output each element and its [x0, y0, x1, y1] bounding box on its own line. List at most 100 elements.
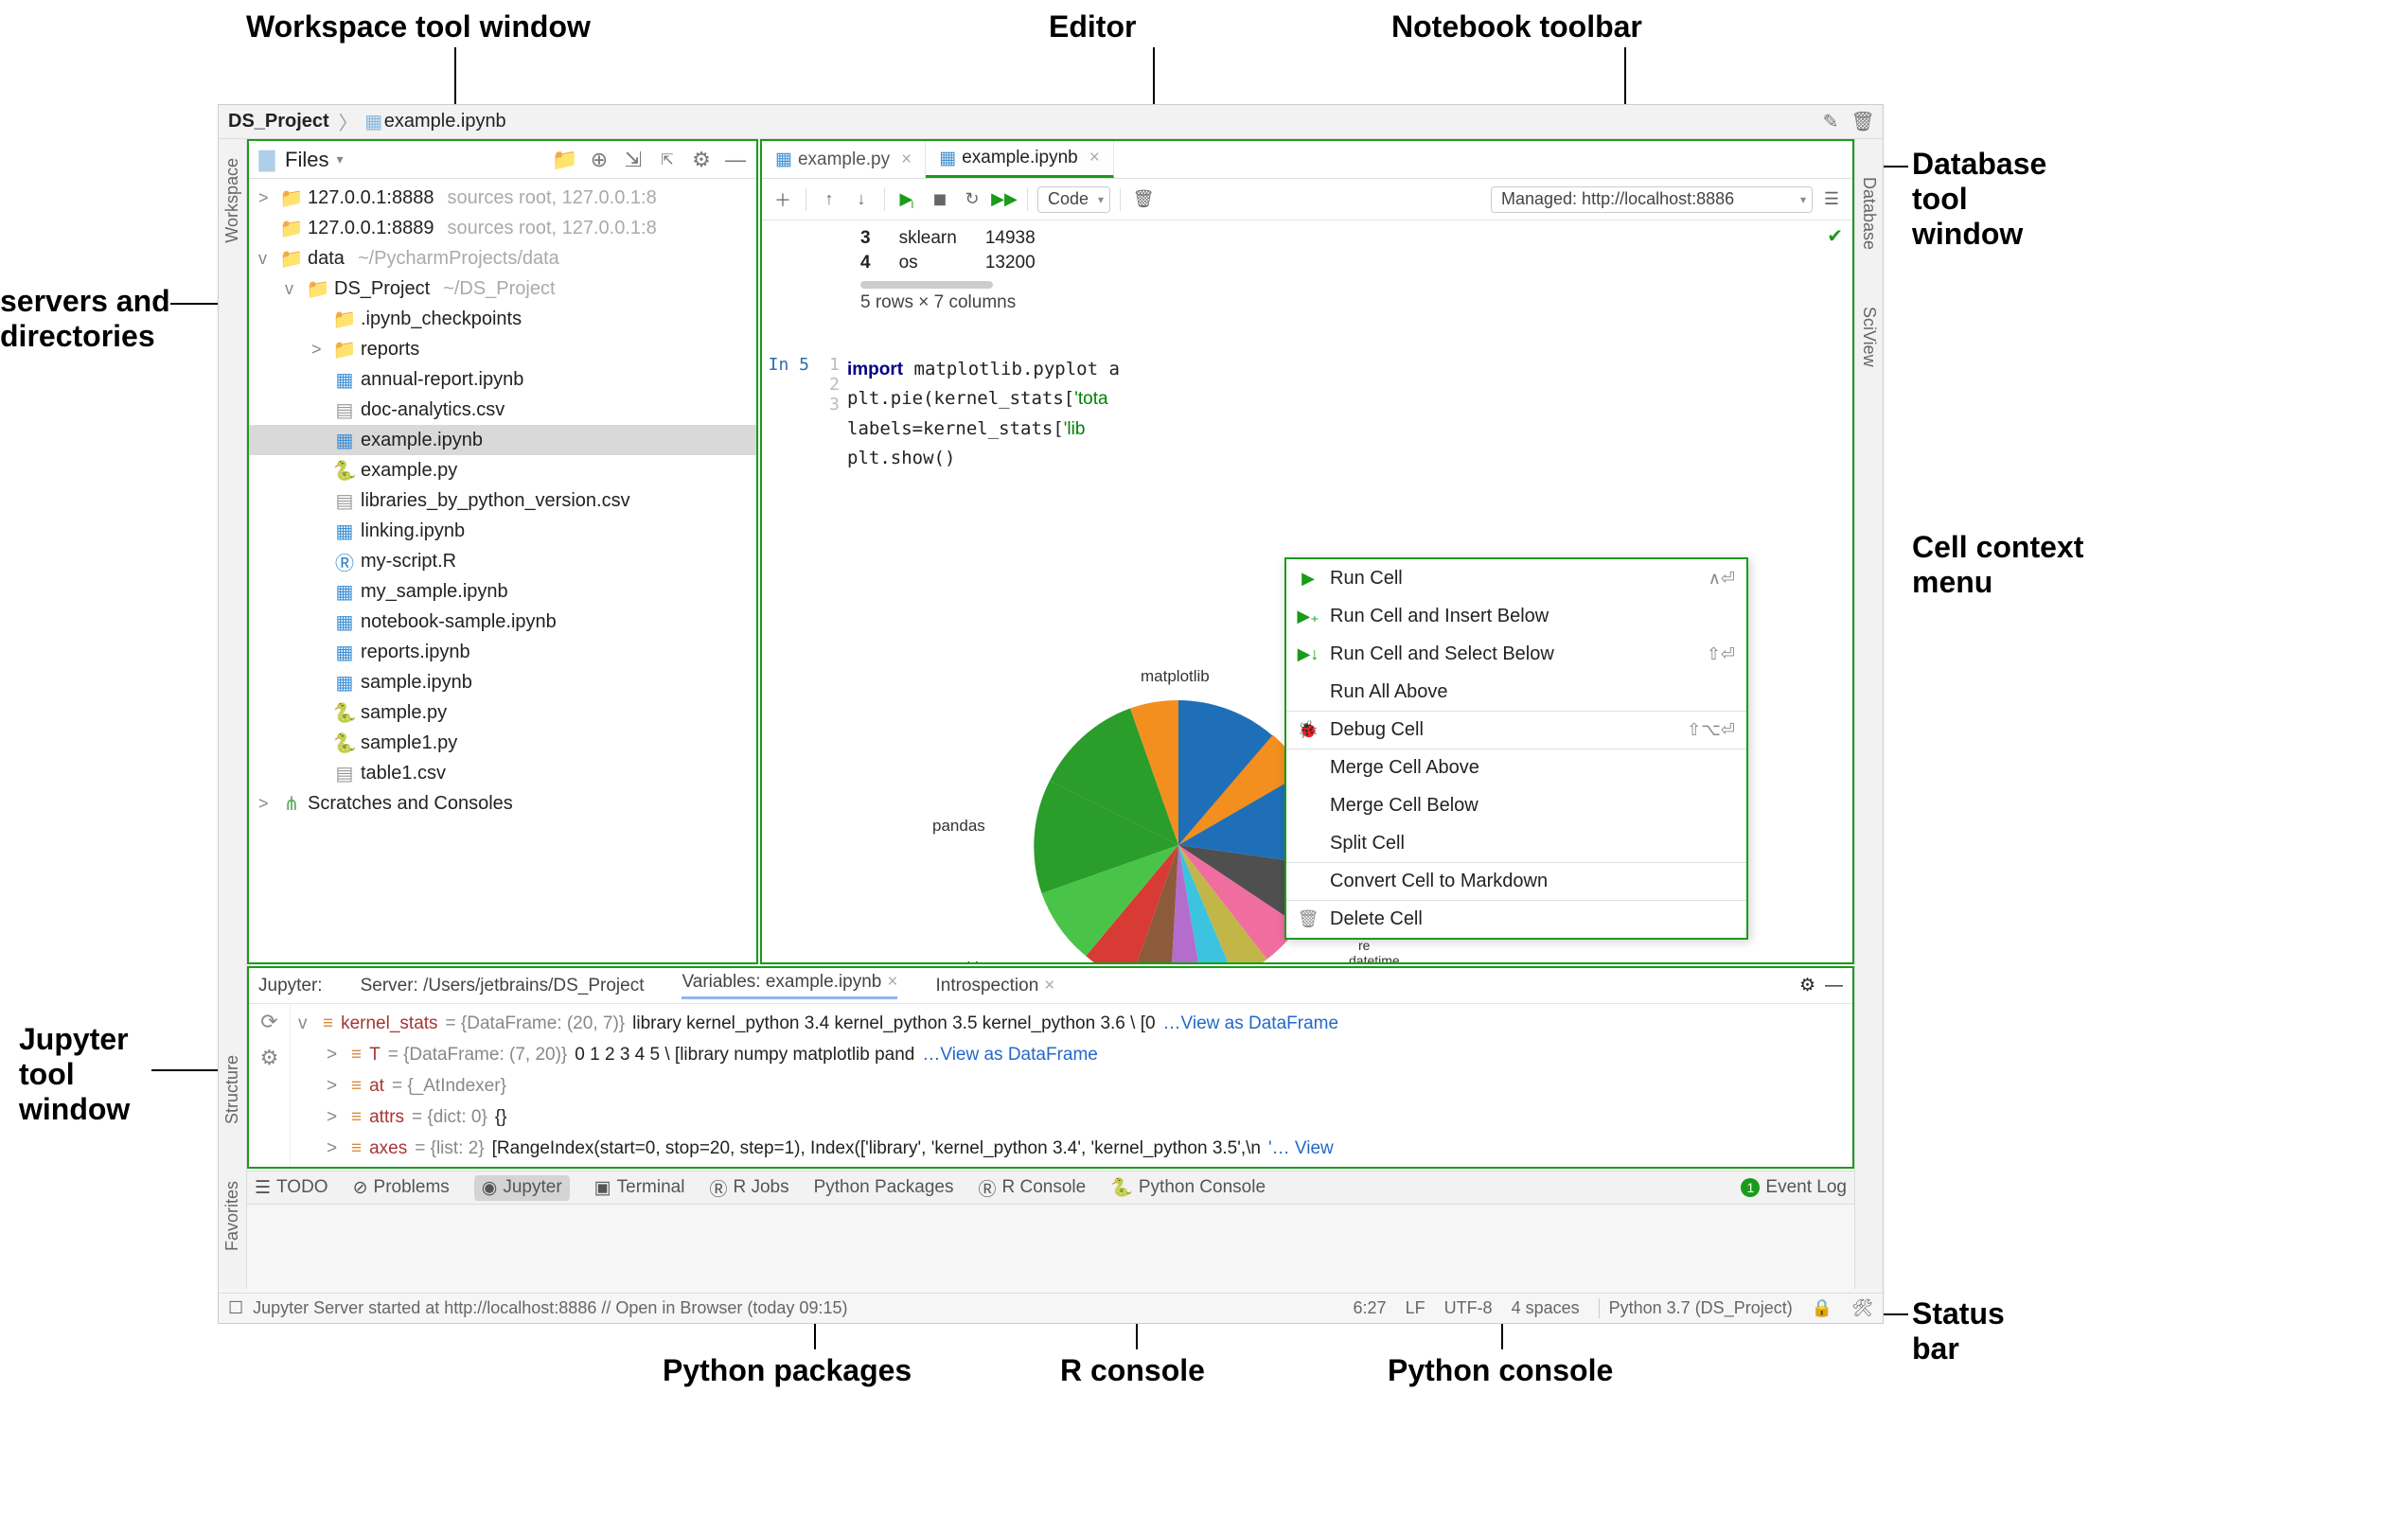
tree-item--ipynb-checkpoints[interactable]: 📁.ipynb_checkpoints: [249, 304, 756, 334]
tree-item-annual-report-ipynb[interactable]: ▦annual-report.ipynb: [249, 364, 756, 395]
collapse-icon[interactable]: ⇱: [654, 147, 681, 173]
breadcrumb-project[interactable]: DS_Project: [228, 111, 329, 132]
tree-item-example-py[interactable]: 🐍example.py: [249, 455, 756, 485]
jup-server-tab[interactable]: Server: /Users/jetbrains/DS_Project: [361, 976, 645, 996]
tree-item-scratches-and-consoles[interactable]: >⋔Scratches and Consoles: [249, 788, 756, 819]
tree-item-sample-ipynb[interactable]: ▦sample.ipynb: [249, 667, 756, 697]
tree-item-data[interactable]: v📁data~/PycharmProjects/data: [249, 243, 756, 273]
editor-tab-example-py[interactable]: ▦example.py×: [762, 141, 926, 178]
status-lf[interactable]: LF: [1406, 1298, 1425, 1318]
tree-item-my-sample-ipynb[interactable]: ▦my_sample.ipynb: [249, 576, 756, 607]
tree-item-example-ipynb[interactable]: ▦example.ipynb: [249, 425, 756, 455]
ctx-delete-cell[interactable]: 🗑Delete Cell: [1286, 900, 1746, 938]
jup-intro-tab[interactable]: Introspection ×: [935, 976, 1054, 996]
status-cursor[interactable]: 6:27: [1354, 1298, 1387, 1318]
ctx-run-cell[interactable]: ▶Run Cell∧⏎: [1286, 559, 1746, 597]
status-hints-icon[interactable]: ☐: [228, 1298, 243, 1318]
tree-item-127-0-0-1-8888[interactable]: >📁127.0.0.1:8888sources root, 127.0.0.1:…: [249, 183, 756, 213]
status-enc[interactable]: UTF-8: [1444, 1298, 1493, 1318]
tree-item-ds-project[interactable]: v📁DS_Project~/DS_Project: [249, 273, 756, 304]
ide-frame: DS_Project 〉 ▦ example.ipynb ✎ 🗑 Workspa…: [218, 104, 1884, 1324]
stop-button[interactable]: ◼: [927, 186, 953, 213]
tool-problems[interactable]: ⊘ Problems: [353, 1177, 450, 1199]
editor-tabs: ▦example.py×▦example.ipynb×: [762, 141, 1852, 179]
gutter-favorites[interactable]: Favorites: [222, 1181, 242, 1251]
tree-item-127-0-0-1-8889[interactable]: 📁127.0.0.1:8889sources root, 127.0.0.1:8: [249, 213, 756, 243]
jup-vars-tab[interactable]: Variables: example.ipynb ×: [682, 972, 897, 999]
var-axes[interactable]: >≡ axes = {list: 2} [RangeIndex(start=0,…: [298, 1133, 1845, 1164]
jup-refresh-icon[interactable]: ⟳: [260, 1010, 277, 1034]
settings-icon[interactable]: ⚙: [688, 147, 715, 173]
tree-item-libraries-by-python-version-csv[interactable]: ▤libraries_by_python_version.csv: [249, 485, 756, 516]
move-down-button[interactable]: ↓: [848, 186, 875, 213]
jup-hide-icon[interactable]: —: [1825, 976, 1843, 996]
restart-button[interactable]: ↻: [959, 186, 985, 213]
toolbar-more-icon[interactable]: ☰: [1818, 186, 1845, 213]
var-attrs[interactable]: >≡ attrs = {dict: 0} {}: [298, 1101, 1845, 1133]
workspace-tab[interactable]: Files: [285, 148, 328, 172]
tool-rjobs[interactable]: Ⓡ R Jobs: [709, 1175, 788, 1201]
run-cell-button[interactable]: ▶I: [894, 186, 921, 213]
tree-item-linking-ipynb[interactable]: ▦linking.ipynb: [249, 516, 756, 546]
move-up-button[interactable]: ↑: [816, 186, 842, 213]
tool-pyconsole[interactable]: 🐍 Python Console: [1110, 1176, 1266, 1199]
tool-todo[interactable]: ☰ TODO: [255, 1177, 328, 1199]
ctx-merge-cell-below[interactable]: Merge Cell Below: [1286, 786, 1746, 824]
ctx-convert-cell-to-markdown[interactable]: Convert Cell to Markdown: [1286, 862, 1746, 900]
var-T[interactable]: >≡ T = {DataFrame: (7, 20)} 0 1 2 3 4 5 …: [298, 1039, 1845, 1070]
breadcrumb-file[interactable]: example.ipynb: [384, 111, 506, 132]
tree-item-table1-csv[interactable]: ▤table1.csv: [249, 758, 756, 788]
dropdown-icon[interactable]: ▾: [336, 151, 343, 167]
jupyter-tool-window: Jupyter: Server: /Users/jetbrains/DS_Pro…: [247, 966, 1854, 1169]
tool-jupyter[interactable]: ◉ Jupyter: [474, 1175, 570, 1201]
run-all-button[interactable]: ▶▶: [991, 186, 1018, 213]
notebook-icon: ▦: [363, 112, 384, 132]
ctx-run-cell-and-select-below[interactable]: ▶↓Run Cell and Select Below⇧⏎: [1286, 635, 1746, 673]
annot-pyconsole: Python console: [1388, 1353, 1613, 1388]
delete-cell-button[interactable]: 🗑: [1130, 186, 1157, 213]
code-cell[interactable]: In 5 123 import matplotlib.pyplot aplt.p…: [762, 351, 1852, 473]
gutter-structure[interactable]: Structure: [222, 1055, 242, 1124]
var-at[interactable]: >≡ at = {_AtIndexer}: [298, 1070, 1845, 1101]
tree-item-sample-py[interactable]: 🐍sample.py: [249, 697, 756, 728]
new-folder-icon[interactable]: 📁: [552, 147, 578, 173]
ctx-split-cell[interactable]: Split Cell: [1286, 824, 1746, 862]
tree-item-sample1-py[interactable]: 🐍sample1.py: [249, 728, 756, 758]
var-kernel_stats[interactable]: v≡ kernel_stats = {DataFrame: (20, 7)} l…: [298, 1008, 1845, 1039]
expand-icon[interactable]: ⇲: [620, 147, 646, 173]
ctx-run-all-above[interactable]: Run All Above: [1286, 673, 1746, 711]
bottom-tool-strip: ☰ TODO ⊘ Problems ◉ Jupyter ▣ Terminal Ⓡ…: [247, 1171, 1854, 1205]
add-cell-button[interactable]: ＋: [770, 186, 796, 213]
ctx-debug-cell[interactable]: 🐞Debug Cell⇧⌥⏎: [1286, 711, 1746, 749]
tree-item-my-script-r[interactable]: Ⓡmy-script.R: [249, 546, 756, 576]
code-area[interactable]: import matplotlib.pyplot aplt.pie(kernel…: [847, 351, 1852, 473]
locate-icon[interactable]: ⊕: [586, 147, 612, 173]
hide-icon[interactable]: —: [722, 147, 749, 173]
tool-eventlog[interactable]: 1 Event Log: [1741, 1177, 1847, 1198]
tree-item-reports[interactable]: >📁reports: [249, 334, 756, 364]
tool-pypkg[interactable]: Python Packages: [814, 1177, 954, 1198]
status-tools-icon[interactable]: 🛠: [1851, 1298, 1873, 1318]
status-message: Jupyter Server started at http://localho…: [253, 1298, 847, 1318]
cell-type-combo[interactable]: Code: [1037, 186, 1110, 213]
gutter-workspace[interactable]: Workspace: [222, 158, 242, 243]
tree-item-reports-ipynb[interactable]: ▦reports.ipynb: [249, 637, 756, 667]
status-lock-icon[interactable]: 🔒: [1812, 1298, 1833, 1318]
output-scroll[interactable]: [860, 281, 993, 289]
tree-item-doc-analytics-csv[interactable]: ▤doc-analytics.csv: [249, 395, 756, 425]
trash-icon[interactable]: 🗑: [1852, 112, 1873, 132]
tree-item-notebook-sample-ipynb[interactable]: ▦notebook-sample.ipynb: [249, 607, 756, 637]
jup-settings2-icon[interactable]: ⚙: [260, 1046, 279, 1070]
tool-terminal[interactable]: ▣ Terminal: [594, 1177, 685, 1199]
editor-tab-example-ipynb[interactable]: ▦example.ipynb×: [926, 141, 1114, 178]
gutter-database[interactable]: Database: [1859, 177, 1879, 250]
jup-settings-icon[interactable]: ⚙: [1799, 975, 1815, 996]
status-indent[interactable]: 4 spaces: [1512, 1298, 1580, 1318]
tool-rconsole[interactable]: Ⓡ R Console: [978, 1175, 1086, 1201]
gutter-sciview[interactable]: SciView: [1859, 307, 1879, 367]
ctx-merge-cell-above[interactable]: Merge Cell Above: [1286, 749, 1746, 786]
edit-icon[interactable]: ✎: [1820, 112, 1841, 132]
status-interpreter[interactable]: Python 3.7 (DS_Project): [1599, 1298, 1793, 1318]
ctx-run-cell-and-insert-below[interactable]: ▶₊Run Cell and Insert Below: [1286, 597, 1746, 635]
server-combo[interactable]: Managed: http://localhost:8886: [1491, 186, 1813, 213]
